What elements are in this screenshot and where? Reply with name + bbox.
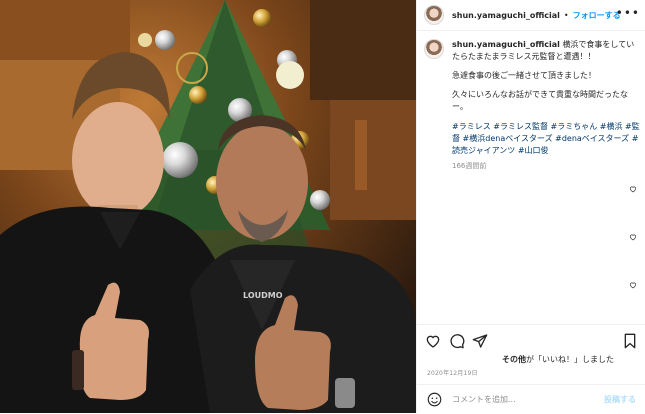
caption-username[interactable]: shun.yamaguchi_official xyxy=(452,40,560,49)
likes-others[interactable]: その他 xyxy=(502,355,526,364)
photo-illustration: LOUDMO xyxy=(0,0,416,413)
caption-time-ago[interactable]: 166週間前 xyxy=(452,160,640,172)
caption-body: shun.yamaguchi_official 横浜で食事をしていたらたまたまラ… xyxy=(452,39,640,172)
post-header: shun.yamaguchi_official • フォローする ••• xyxy=(417,0,645,31)
likes-text: が「いいね！」しました xyxy=(526,355,614,364)
comment-like-heart-icon[interactable] xyxy=(629,281,637,289)
caption-line-3: 久々にいろんなお話ができて貴重な時間だったなー。 xyxy=(452,90,628,111)
avatar[interactable] xyxy=(424,5,444,25)
emoji-icon[interactable] xyxy=(427,392,442,407)
comment-like-heart-icon[interactable] xyxy=(629,185,637,193)
more-options-icon[interactable]: ••• xyxy=(616,6,640,20)
post-photo[interactable]: LOUDMO xyxy=(0,0,416,413)
post-side-panel: shun.yamaguchi_official • フォローする ••• shu… xyxy=(416,0,645,413)
follow-button[interactable]: フォローする xyxy=(573,10,621,21)
shirt-text: LOUDMO xyxy=(243,291,283,300)
caption-row: shun.yamaguchi_official 横浜で食事をしていたらたまたまラ… xyxy=(424,39,642,172)
instagram-post: LOUDMO shun.yamaguchi_official • フォローする … xyxy=(0,0,645,413)
header-separator: • xyxy=(563,10,569,20)
caption-avatar[interactable] xyxy=(424,39,444,59)
post-date[interactable]: 2020年12月19日 xyxy=(427,368,478,377)
header-username[interactable]: shun.yamaguchi_official xyxy=(452,11,560,20)
likes-summary[interactable]: その他が「いいね！」しました xyxy=(502,354,614,365)
comment-like-heart-icon[interactable] xyxy=(629,233,637,241)
comment-icon[interactable] xyxy=(449,333,465,349)
caption: shun.yamaguchi_official 横浜で食事をしていたらたまたまラ… xyxy=(424,39,642,172)
comment-bar: 投稿する xyxy=(417,384,645,414)
bookmark-icon[interactable] xyxy=(622,333,638,349)
caption-hashtags[interactable]: #ラミレス #ラミレス監督 #ラミちゃん #横浜 #監督 #横浜denaベイスタ… xyxy=(452,121,640,157)
heart-icon[interactable] xyxy=(425,333,441,349)
comment-input[interactable] xyxy=(450,394,594,405)
caption-line-2: 急遽食事の後ご一緒させて頂きました！ xyxy=(452,71,596,80)
post-comment-button[interactable]: 投稿する xyxy=(604,394,636,405)
share-icon[interactable] xyxy=(472,333,488,349)
